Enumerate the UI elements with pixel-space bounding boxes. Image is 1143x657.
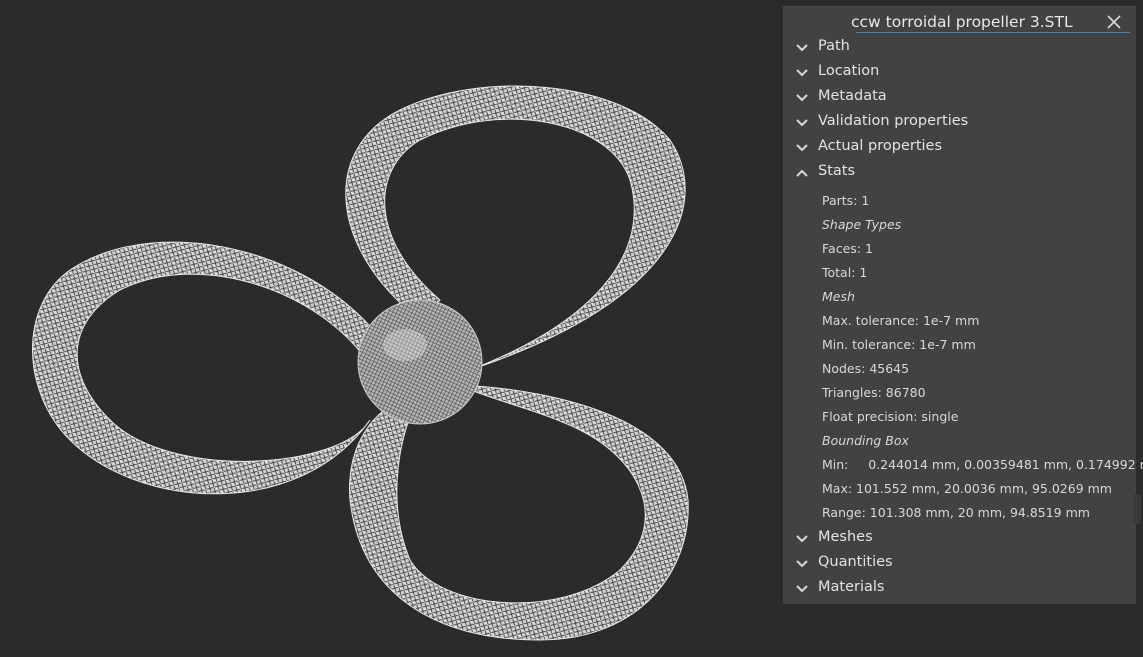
section-label: Meshes (818, 529, 873, 545)
stat-float-precision: Float precision: single (822, 409, 959, 424)
properties-panel: ccw torroidal propeller 3.STL Path Locat… (783, 6, 1143, 604)
section-label: Metadata (818, 88, 887, 104)
stat-heading-shape-types: Shape Types (822, 217, 902, 232)
chevron-down-icon (796, 560, 808, 568)
section-quantities[interactable]: Quantities (783, 553, 1136, 575)
section-validation-properties[interactable]: Validation properties (783, 112, 1136, 134)
section-label: Stats (818, 163, 856, 179)
chevron-down-icon (796, 44, 808, 52)
section-label: Location (818, 63, 880, 79)
chevron-down-icon (796, 535, 808, 543)
chevron-down-icon (796, 119, 808, 127)
section-stats[interactable]: Stats (783, 162, 1136, 184)
section-location[interactable]: Location (783, 62, 1136, 84)
propeller-model (32, 85, 689, 641)
chevron-down-icon (796, 69, 808, 77)
panel-title: ccw torroidal propeller 3.STL (851, 13, 1073, 31)
section-metadata[interactable]: Metadata (783, 87, 1136, 109)
section-label: Path (818, 38, 850, 54)
blade-left (32, 241, 396, 495)
stat-bbox-min: Min: 0.244014 mm, 0.00359481 mm, 0.17499… (822, 457, 1143, 472)
title-underline (856, 32, 1130, 33)
panel-resize-handle[interactable] (1133, 494, 1141, 524)
section-label: Quantities (818, 554, 893, 570)
blade-bottom (349, 384, 689, 641)
close-icon[interactable] (1104, 12, 1124, 32)
stat-bbox-range: Range: 101.308 mm, 20 mm, 94.8519 mm (822, 505, 1090, 520)
section-path[interactable]: Path (783, 37, 1136, 59)
section-label: Materials (818, 579, 885, 595)
stat-total: Total: 1 (822, 265, 868, 280)
section-actual-properties[interactable]: Actual properties (783, 137, 1136, 159)
stat-heading-bounding-box: Bounding Box (822, 433, 909, 448)
stat-faces: Faces: 1 (822, 241, 873, 256)
stat-bbox-max: Max: 101.552 mm, 20.0036 mm, 95.0269 mm (822, 481, 1112, 496)
stat-triangles: Triangles: 86780 (822, 385, 926, 400)
chevron-down-icon (796, 144, 808, 152)
propeller-hub (357, 299, 483, 425)
stat-heading-mesh: Mesh (822, 289, 855, 304)
stat-nodes: Nodes: 45645 (822, 361, 910, 376)
stat-max-tolerance: Max. tolerance: 1e-7 mm (822, 313, 980, 328)
section-label: Actual properties (818, 138, 943, 154)
section-meshes[interactable]: Meshes (783, 528, 1136, 550)
section-materials[interactable]: Materials (783, 578, 1136, 600)
chevron-up-icon (796, 169, 808, 177)
stat-parts: Parts: 1 (822, 193, 870, 208)
chevron-down-icon (796, 94, 808, 102)
chevron-down-icon (796, 585, 808, 593)
section-label: Validation properties (818, 113, 969, 129)
stat-min-tolerance: Min. tolerance: 1e-7 mm (822, 337, 976, 352)
